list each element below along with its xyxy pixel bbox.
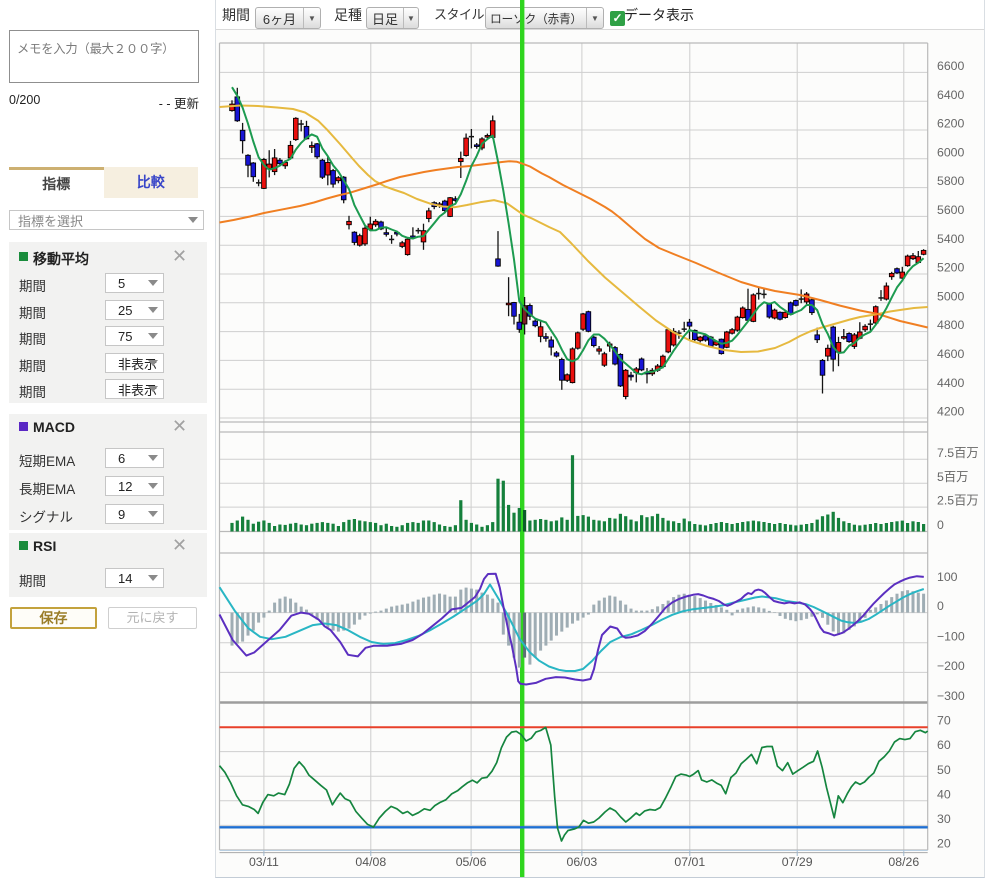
svg-text:0: 0 (937, 599, 944, 613)
svg-text:4800: 4800 (937, 318, 965, 332)
svg-text:6400: 6400 (937, 88, 965, 102)
svg-text:−300: −300 (937, 689, 965, 703)
svg-text:30: 30 (937, 812, 951, 826)
svg-text:0: 0 (937, 518, 944, 532)
svg-text:20: 20 (937, 837, 951, 851)
svg-text:5800: 5800 (937, 174, 965, 188)
svg-text:50: 50 (937, 763, 951, 777)
svg-text:−200: −200 (937, 659, 965, 673)
svg-text:06/03: 06/03 (567, 855, 598, 869)
svg-text:07/29: 07/29 (782, 855, 813, 869)
svg-text:4200: 4200 (937, 405, 965, 419)
svg-text:70: 70 (937, 714, 951, 728)
svg-text:5600: 5600 (937, 203, 965, 217)
svg-text:5200: 5200 (937, 261, 965, 275)
svg-text:60: 60 (937, 738, 951, 752)
svg-text:5400: 5400 (937, 232, 965, 246)
svg-text:6000: 6000 (937, 145, 965, 159)
svg-text:6600: 6600 (937, 59, 965, 73)
svg-text:6200: 6200 (937, 117, 965, 131)
svg-text:4600: 4600 (937, 347, 965, 361)
svg-text:04/08: 04/08 (355, 855, 386, 869)
svg-text:03/11: 03/11 (249, 855, 279, 869)
svg-text:05/06: 05/06 (456, 855, 487, 869)
svg-text:7.5百万: 7.5百万 (937, 446, 979, 460)
svg-text:07/01: 07/01 (674, 855, 705, 869)
svg-text:40: 40 (937, 787, 951, 801)
svg-text:4400: 4400 (937, 376, 965, 390)
svg-text:5百万: 5百万 (937, 470, 968, 484)
svg-text:100: 100 (937, 570, 958, 584)
svg-text:−100: −100 (937, 629, 965, 643)
svg-text:08/26: 08/26 (888, 855, 919, 869)
svg-text:5000: 5000 (937, 289, 965, 303)
svg-text:2.5百万: 2.5百万 (937, 494, 979, 508)
